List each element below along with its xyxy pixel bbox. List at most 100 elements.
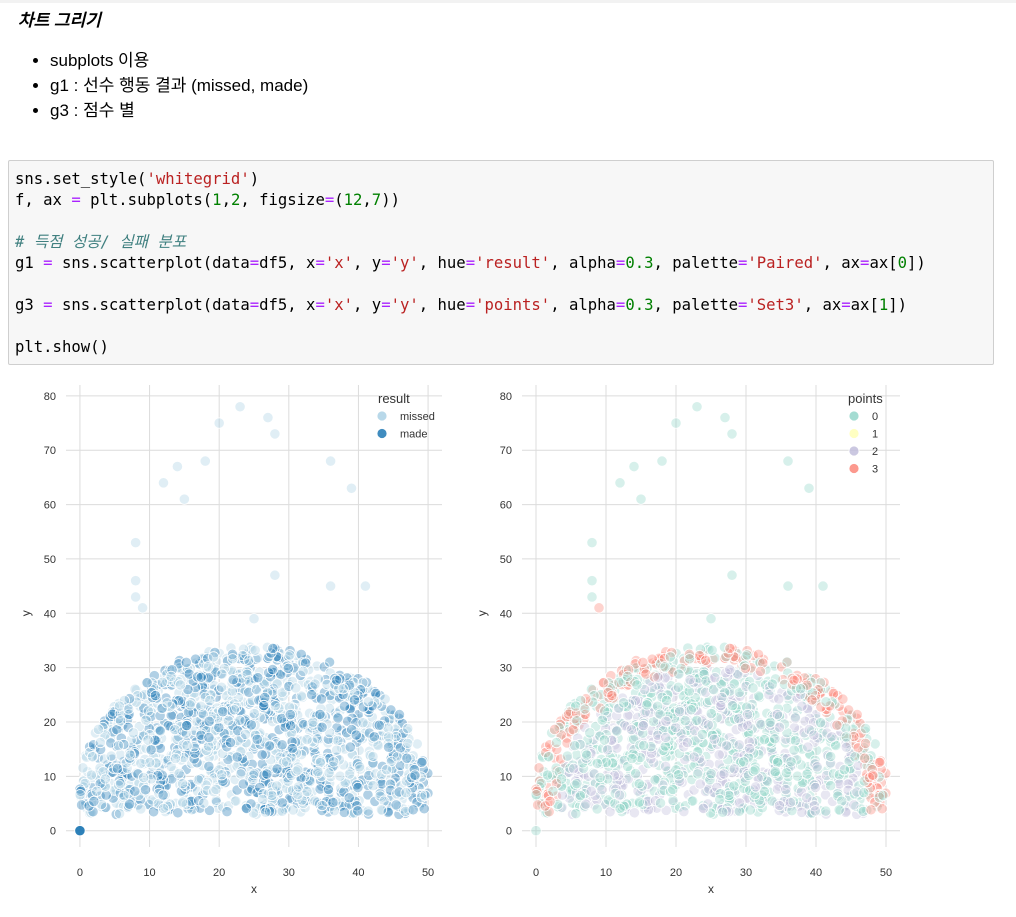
code-token: = [71, 191, 81, 209]
section-heading: 차트 그리기 [18, 11, 101, 30]
scatter-point [660, 715, 672, 727]
code-token: ]) [888, 296, 908, 314]
code-token: 'Set3' [747, 296, 804, 314]
scatter-point [307, 716, 319, 728]
x-tick-label: 0 [77, 867, 83, 879]
code-token: = [381, 296, 391, 314]
scatter-point [569, 740, 581, 752]
scatter-point [324, 455, 337, 467]
scatter-point [235, 768, 247, 780]
code-token: , alpha [550, 296, 616, 314]
scatter-point [715, 699, 727, 712]
bullet-list: subplots 이용 g1 : 선수 행동 결과 (missed, made)… [28, 48, 308, 123]
scatter-point [251, 733, 263, 745]
code-token: , [221, 191, 231, 209]
code-token: 'result' [475, 254, 551, 272]
scatter-point [114, 715, 127, 727]
code-token: df5, x [259, 254, 316, 272]
top-divider [0, 0, 1016, 3]
code-token: , palette [653, 296, 738, 314]
scatter-point [215, 681, 228, 693]
code-token: 'y' [390, 254, 419, 272]
scatter-point [865, 804, 877, 816]
scatter-point [773, 799, 786, 812]
y-tick-label: 40 [44, 608, 56, 620]
scatter-point [269, 700, 282, 712]
scatter-point [781, 656, 793, 668]
scatter-point [659, 760, 672, 772]
scatter-point [312, 766, 324, 778]
code-token: ax[ [869, 254, 898, 272]
code-token: 'y' [390, 296, 419, 314]
scatter-point [407, 804, 419, 816]
scatter-point [311, 733, 324, 745]
code-line: # 득점 성공/ 실패 분포 [15, 233, 186, 251]
scatter-point [705, 707, 717, 720]
scatter-point [769, 733, 781, 745]
scatter-point [659, 661, 671, 673]
scatter-point [593, 602, 605, 614]
code-cell[interactable]: sns.set_style('whitegrid') f, ax = plt.s… [8, 160, 994, 365]
scatter-point [614, 477, 626, 489]
scatter-point [749, 764, 761, 776]
code-token: g1 [15, 254, 44, 272]
scatter-point [543, 751, 555, 763]
scatter-point [848, 799, 860, 811]
scatter-point [368, 731, 380, 743]
scatter-point [258, 699, 270, 712]
scatter-point [176, 778, 189, 790]
scatter-point [713, 749, 725, 761]
scatter-point [549, 723, 561, 736]
scatter-point [858, 787, 870, 799]
bullet-item: subplots 이용 [50, 48, 308, 73]
legend-label: missed [400, 411, 435, 423]
code-token: sns.scatterplot(data [52, 296, 250, 314]
scatter-point [322, 783, 335, 796]
legend-marker [848, 445, 860, 457]
scatter-point [706, 644, 718, 656]
scatter-point [276, 797, 288, 809]
scatter-point [145, 744, 157, 756]
scatter-point [161, 697, 173, 709]
scatter-point [688, 751, 700, 763]
code-token: , alpha [550, 254, 616, 272]
scatter-point [276, 739, 288, 751]
code-token: 0.3 [625, 254, 654, 272]
code-token: f, ax [15, 191, 72, 209]
code-token: 'whitegrid' [146, 170, 250, 188]
code-token: 'points' [475, 296, 551, 314]
scatter-point [683, 653, 696, 665]
code-token: 7 [371, 191, 382, 209]
scatter-point [530, 789, 542, 801]
scatter-point [788, 674, 800, 686]
scatter-point [154, 725, 166, 737]
scatter-point [85, 769, 98, 781]
scatter-point [367, 780, 379, 792]
scatter-point [169, 724, 181, 736]
scatter-point [127, 727, 139, 739]
y-tick-label: 60 [44, 500, 56, 512]
scatter-point [324, 580, 337, 592]
legend-title: points [848, 391, 883, 406]
scatter-point [245, 719, 257, 731]
scatter-point [267, 663, 279, 676]
legend-label: 1 [872, 429, 878, 441]
scatter-point [652, 671, 664, 683]
scatter-point [348, 694, 361, 706]
scatter-point [129, 785, 141, 797]
code-token: , y [353, 254, 382, 272]
code-token: 1 [878, 296, 889, 314]
scatter-point [773, 721, 786, 733]
code-text[interactable]: sns.set_style('whitegrid') f, ax = plt.s… [9, 161, 993, 358]
scatter-point [149, 689, 162, 702]
scatter-point [263, 740, 276, 752]
y-tick-label: 60 [500, 500, 512, 512]
scatter-point [112, 740, 125, 752]
scatter-point [228, 704, 240, 716]
scatter-point [419, 789, 431, 802]
scatter-point [122, 703, 135, 715]
scatter-point [337, 683, 349, 695]
scatter-point [309, 678, 321, 690]
scatter-point [74, 789, 86, 801]
code-token: )) [381, 191, 400, 209]
